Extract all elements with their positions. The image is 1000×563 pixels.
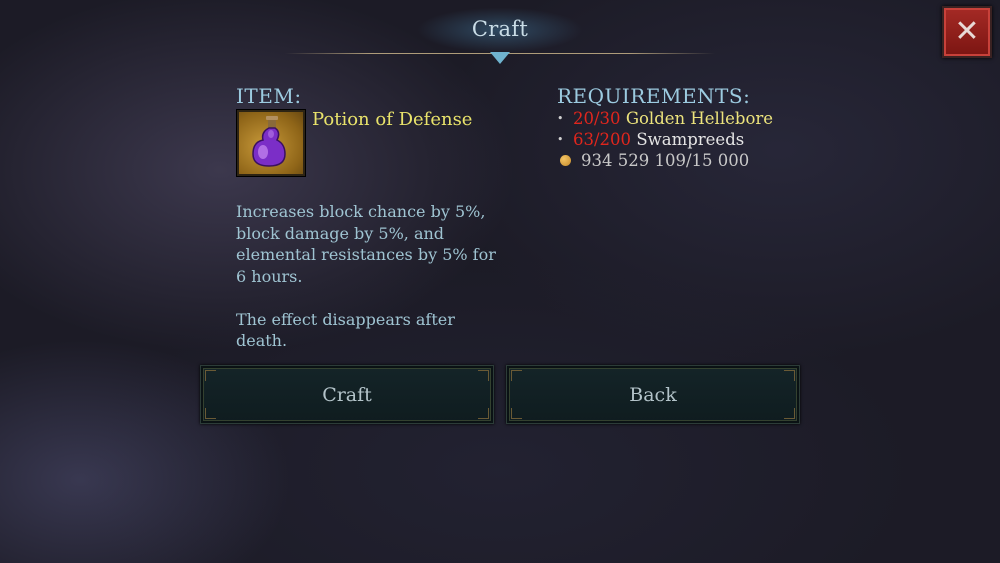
purple-potion-icon[interactable] — [237, 110, 305, 176]
craft-button[interactable]: Craft — [200, 365, 494, 424]
requirements-section-label: REQUIREMENTS: — [557, 84, 751, 108]
corner-ornament — [205, 408, 216, 419]
page-title: Craft — [471, 17, 529, 41]
bullet-icon: • — [557, 133, 564, 146]
corner-ornament — [478, 370, 489, 381]
item-name: Potion of Defense — [312, 109, 473, 130]
close-icon: ✕ — [954, 14, 980, 49]
corner-ornament — [784, 408, 795, 419]
corner-ornament — [511, 408, 522, 419]
header-notch-ornament — [490, 52, 510, 64]
item-description-note: The effect disappears after death. — [236, 309, 455, 351]
back-button-label: Back — [629, 383, 677, 406]
requirement-count: 63/200 — [573, 130, 632, 149]
close-button[interactable]: ✕ — [942, 6, 992, 58]
craft-button-label: Craft — [322, 383, 372, 406]
corner-ornament — [511, 370, 522, 381]
requirement-name: Golden Hellebore — [625, 109, 774, 128]
gold-requirement-row: 934 529 109/15 000 — [557, 150, 773, 171]
bullet-icon: • — [557, 112, 564, 125]
corner-ornament — [784, 370, 795, 381]
corner-ornament — [205, 370, 216, 381]
gold-requirement-text: 934 529 109/15 000 — [581, 151, 750, 170]
requirement-row: • 63/200 Swampreeds — [557, 129, 773, 150]
item-section-label: ITEM: — [236, 84, 302, 108]
item-description: Increases block chance by 5%, block dama… — [236, 201, 496, 352]
requirement-name: Swampreeds — [636, 130, 745, 149]
gold-coin-icon — [560, 155, 571, 166]
item-description-effect: Increases block chance by 5%, block dama… — [236, 202, 496, 286]
requirement-count: 20/30 — [573, 109, 621, 128]
back-button[interactable]: Back — [506, 365, 800, 424]
requirement-row: • 20/30 Golden Hellebore — [557, 108, 773, 129]
corner-ornament — [478, 408, 489, 419]
requirements-list: • 20/30 Golden Hellebore • 63/200 Swampr… — [557, 108, 773, 171]
